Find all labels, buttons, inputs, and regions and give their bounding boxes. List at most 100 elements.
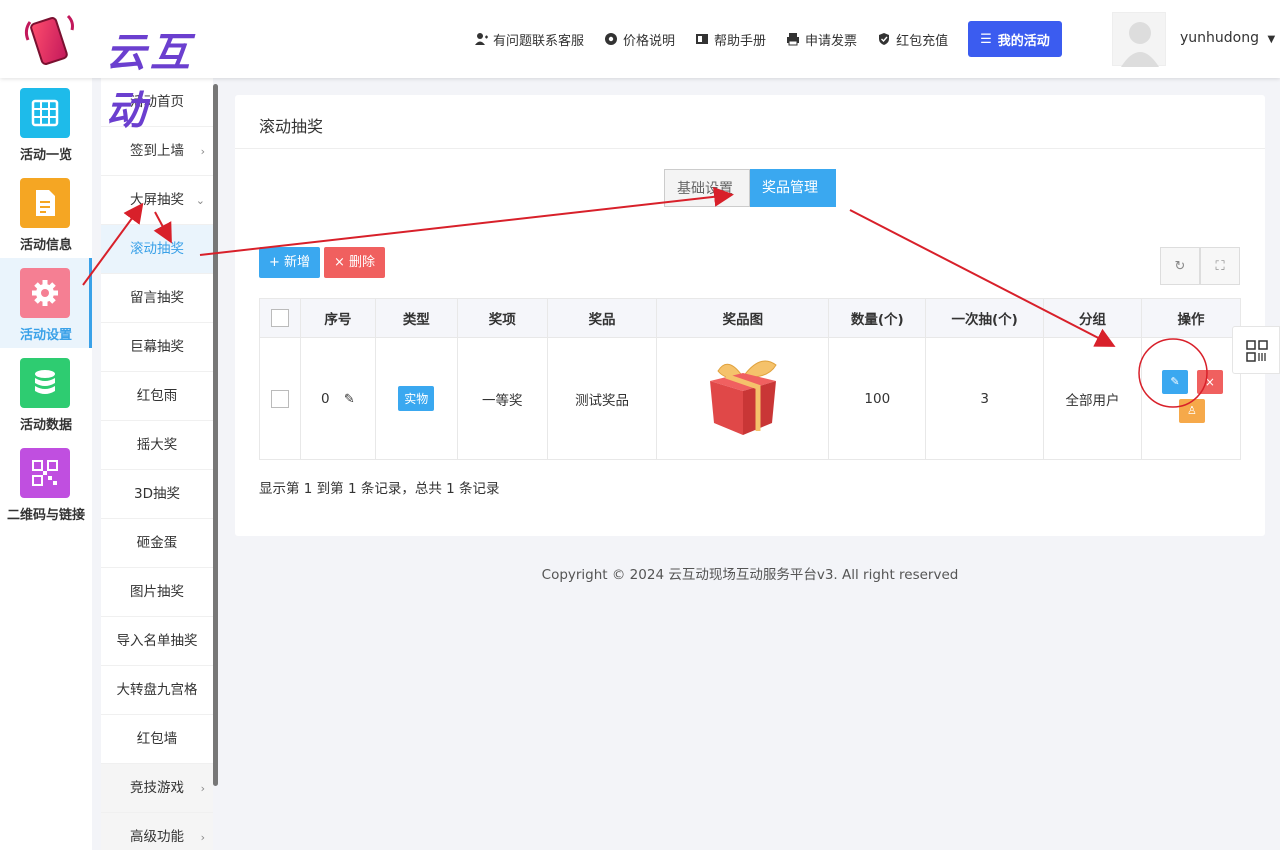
sidebar-item-qrcode[interactable]: 二维码与链接 xyxy=(0,438,92,528)
pencil-icon: ✎ xyxy=(1170,375,1180,388)
shield-check-icon xyxy=(877,32,891,46)
logo[interactable]: 云互动 xyxy=(22,10,232,134)
refresh-button[interactable]: ↻ xyxy=(1160,247,1200,285)
table-header-row: 序号 类型 奖项 奖品 奖品图 数量(个) 一次抽(个) 分组 操作 xyxy=(259,298,1242,338)
primary-sidebar: 活动一览 活动信息 活动设置 活动数据 二维码与链接 xyxy=(0,78,92,850)
tab-basic-settings[interactable]: 基础设置 xyxy=(664,169,750,207)
column-header[interactable]: 奖品 xyxy=(546,298,658,338)
qrcode-icon xyxy=(20,448,70,498)
menu-item-big-screen-lottery[interactable]: 大屏抽奖 ⌄ xyxy=(101,176,213,225)
sidebar-item-settings[interactable]: 活动设置 xyxy=(0,258,92,348)
index-cell: 0 ✎ xyxy=(299,337,376,460)
footer-copyright: Copyright © 2024 云互动现场互动服务平台v3. All righ… xyxy=(541,567,959,583)
gift-box-image[interactable] xyxy=(698,357,788,437)
chevron-right-icon: › xyxy=(200,831,205,844)
list-icon: ☰ xyxy=(980,31,992,47)
delete-button[interactable]: × 删除 xyxy=(324,247,386,278)
tab-prize-management[interactable]: 奖品管理 xyxy=(750,169,836,207)
sidebar-item-overview[interactable]: 活动一览 xyxy=(0,78,92,168)
prize-cell: 测试奖品 xyxy=(546,337,658,460)
column-header[interactable]: 类型 xyxy=(374,298,458,338)
menu-item-label: 竞技游戏 xyxy=(130,780,184,796)
column-header[interactable]: 奖品图 xyxy=(656,298,830,338)
menu-item-label: 图片抽奖 xyxy=(130,584,184,600)
refresh-icon: ↻ xyxy=(1174,259,1186,274)
gear-icon xyxy=(20,268,70,318)
menu-item-advanced[interactable]: 高级功能 › xyxy=(101,813,213,850)
column-header[interactable]: 一次抽(个) xyxy=(925,298,1045,338)
header-checkbox-cell xyxy=(259,298,301,338)
row-checkbox[interactable] xyxy=(270,389,289,408)
nav-invoice[interactable]: 申请发票 xyxy=(786,30,857,49)
nav-help-label: 帮助手册 xyxy=(714,33,767,49)
menu-item-label: 导入名单抽奖 xyxy=(116,633,198,649)
avatar[interactable] xyxy=(1112,12,1166,67)
nav-pricing[interactable]: 价格说明 xyxy=(604,30,675,49)
menu-item-label: 红包雨 xyxy=(136,388,178,404)
secondary-menu: 活动首页 签到上墙 › 大屏抽奖 ⌄ 滚动抽奖 留言抽奖 巨幕抽奖 红包雨 摇大奖 … xyxy=(101,78,213,850)
menu-item-label: 红包墙 xyxy=(136,731,178,747)
main-card: 滚动抽奖 基础设置 奖品管理 + 新增 × 删除 ↻ ⛶ 序号 类型 奖项 奖品… xyxy=(235,95,1265,536)
nav-recharge-label: 红包充值 xyxy=(896,33,949,49)
grid-icon xyxy=(20,88,70,138)
menu-item-golden-egg[interactable]: 砸金蛋 xyxy=(101,519,213,568)
nav-recharge[interactable]: 红包充值 xyxy=(877,30,948,49)
menu-item-scroll-lottery[interactable]: 滚动抽奖 xyxy=(101,225,213,274)
delete-row-button[interactable]: × xyxy=(1196,370,1223,394)
sidebar-item-info[interactable]: 活动信息 xyxy=(0,168,92,258)
nav-pricing-label: 价格说明 xyxy=(623,33,676,49)
nav-help[interactable]: 帮助手册 xyxy=(695,30,766,49)
prize-table: 序号 类型 奖项 奖品 奖品图 数量(个) 一次抽(个) 分组 操作 0 ✎ 实… xyxy=(259,298,1242,460)
column-header[interactable]: 分组 xyxy=(1043,298,1142,338)
group-cell: 全部用户 xyxy=(1043,337,1142,460)
nav-support[interactable]: 有问题联系客服 xyxy=(474,30,584,49)
column-header[interactable]: 奖项 xyxy=(456,298,548,338)
menu-item-shake-prize[interactable]: 摇大奖 xyxy=(101,421,213,470)
quantity-cell: 100 xyxy=(828,337,927,460)
menu-item-3d-lottery[interactable]: 3D抽奖 xyxy=(101,470,213,519)
document-icon xyxy=(20,178,70,228)
award-cell: 一等奖 xyxy=(456,337,548,460)
chevron-down-icon: ⌄ xyxy=(195,194,205,207)
sidebar-item-label: 活动信息 xyxy=(19,238,72,253)
menu-item-import-list-lottery[interactable]: 导入名单抽奖 xyxy=(101,617,213,666)
floating-qr-button[interactable] xyxy=(1232,326,1280,374)
menu-item-label: 巨幕抽奖 xyxy=(130,339,184,355)
sidebar-item-label: 二维码与链接 xyxy=(6,508,85,523)
my-activity-button[interactable]: ☰ 我的活动 xyxy=(968,21,1062,57)
menu-item-label: 高级功能 xyxy=(130,829,184,845)
sidebar-scrollbar[interactable] xyxy=(213,84,218,786)
edit-button[interactable]: ✎ xyxy=(1161,370,1188,394)
select-all-checkbox[interactable] xyxy=(270,309,289,327)
actions-group: ✎ × ♙ xyxy=(1142,338,1238,459)
user-icon: ♙ xyxy=(1186,404,1197,417)
menu-item-red-packet-wall[interactable]: 红包墙 xyxy=(101,715,213,764)
add-button[interactable]: + 新增 xyxy=(259,247,321,278)
column-header[interactable]: 序号 xyxy=(299,298,376,338)
pencil-icon[interactable]: ✎ xyxy=(344,392,355,407)
sidebar-item-data[interactable]: 活动数据 xyxy=(0,348,92,438)
printer-icon xyxy=(786,32,800,46)
fullscreen-button[interactable]: ⛶ xyxy=(1200,247,1240,285)
menu-item-image-lottery[interactable]: 图片抽奖 xyxy=(101,568,213,617)
menu-item-message-lottery[interactable]: 留言抽奖 xyxy=(101,274,213,323)
caret-down-icon: ▼ xyxy=(1267,34,1276,45)
column-header[interactable]: 操作 xyxy=(1140,298,1242,338)
row-checkbox-cell xyxy=(259,337,301,460)
menu-item-giant-screen-lottery[interactable]: 巨幕抽奖 xyxy=(101,323,213,372)
menu-item-label: 大屏抽奖 xyxy=(130,192,184,208)
type-cell: 实物 xyxy=(374,337,458,460)
menu-item-red-packet-rain[interactable]: 红包雨 xyxy=(101,372,213,421)
table-row: 0 ✎ 实物 一等奖 测试奖品 100 3 全部用户 ✎ × ♙ xyxy=(259,337,1242,460)
brand-name: 云互动 xyxy=(106,30,194,134)
user-menu[interactable]: yunhudong ▼ xyxy=(1180,30,1275,46)
menu-item-wheel-grid[interactable]: 大转盘九宫格 xyxy=(101,666,213,715)
chevron-right-icon: › xyxy=(200,782,205,795)
menu-item-competitive-games[interactable]: 竞技游戏 › xyxy=(101,764,213,813)
assign-user-button[interactable]: ♙ xyxy=(1178,399,1205,423)
prize-image-cell xyxy=(656,337,830,460)
menu-item-label: 砸金蛋 xyxy=(136,535,178,551)
user-plus-icon xyxy=(474,32,488,46)
column-header[interactable]: 数量(个) xyxy=(828,298,927,338)
divider xyxy=(235,148,1265,149)
